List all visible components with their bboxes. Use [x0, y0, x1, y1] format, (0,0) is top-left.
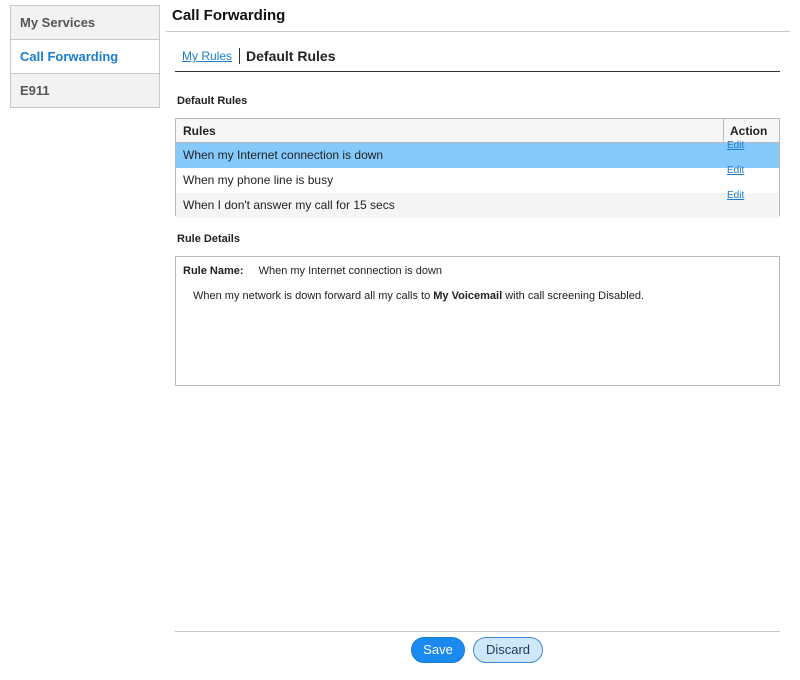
rule-text: When my phone line is busy: [183, 173, 334, 187]
rule-name-label: Rule Name:: [183, 265, 244, 277]
table-row[interactable]: When my Internet connection is down Edit: [176, 140, 779, 168]
rule-desc-suffix: with call screening Disabled.: [505, 290, 644, 302]
edit-link[interactable]: Edit: [727, 165, 744, 176]
page-title: Call Forwarding: [172, 7, 286, 24]
header-divider: [166, 31, 790, 32]
save-button[interactable]: Save: [411, 637, 465, 663]
table-header: Rules Action: [176, 119, 779, 143]
rule-desc-target: My Voicemail: [433, 290, 503, 302]
column-header-action: Action: [730, 124, 768, 138]
discard-button[interactable]: Discard: [473, 637, 543, 663]
breadcrumb-divider: [175, 71, 780, 72]
breadcrumb: My Rules Default Rules: [182, 48, 335, 64]
breadcrumb-separator: [239, 48, 241, 64]
rule-text: When my Internet connection is down: [183, 148, 384, 162]
rule-text: When I don't answer my call for 15 secs: [183, 198, 395, 212]
rule-description: When my network is down forward all my c…: [193, 290, 644, 302]
rule-name-value: When my Internet connection is down: [258, 265, 443, 277]
rule-desc-prefix: When my network is down forward all my c…: [193, 290, 431, 302]
sidebar: My Services Call Forwarding E911: [10, 5, 160, 108]
rules-table: Rules Action When my Internet connection…: [175, 118, 780, 218]
rule-details-title: Rule Details: [177, 233, 240, 245]
breadcrumb-link-my-rules[interactable]: My Rules: [182, 49, 232, 63]
column-header-rules: Rules: [176, 119, 724, 142]
sidebar-item-call-forwarding[interactable]: Call Forwarding: [11, 40, 159, 74]
sidebar-item-e911[interactable]: E911: [11, 74, 159, 108]
edit-link[interactable]: Edit: [727, 190, 744, 201]
edit-link[interactable]: Edit: [727, 140, 744, 151]
sidebar-item-my-services[interactable]: My Services: [11, 6, 159, 40]
breadcrumb-current: Default Rules: [246, 48, 336, 64]
table-row[interactable]: When I don't answer my call for 15 secs …: [176, 190, 779, 218]
rule-name-line: Rule Name: When my Internet connection i…: [183, 265, 442, 277]
rule-details-box: Rule Name: When my Internet connection i…: [175, 256, 780, 386]
footer-divider: [175, 631, 780, 632]
table-row[interactable]: When my phone line is busy Edit: [176, 165, 779, 193]
default-rules-title: Default Rules: [177, 95, 248, 107]
rule-action-cell: Edit: [724, 190, 779, 218]
